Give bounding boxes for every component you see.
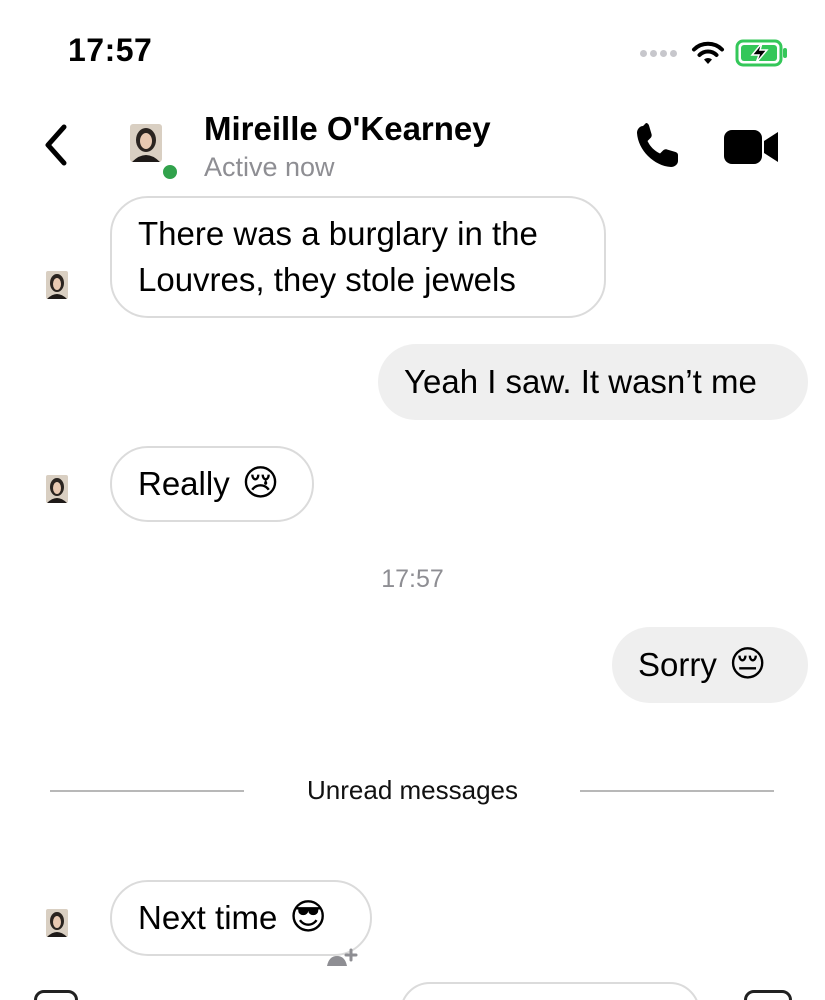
status-icons [640,36,789,70]
message-text: Sorry [638,646,717,683]
message-input[interactable] [400,982,700,1000]
timestamp-separator: 17:57 [381,565,444,593]
add-reaction-icon [327,948,358,966]
video-camera-icon [724,130,778,164]
incoming-message-bubble[interactable]: Next time 😎 [110,880,372,956]
presence-status: Active now [204,152,335,182]
sender-avatar[interactable] [46,909,68,937]
chevron-left-icon [45,124,67,166]
contact-avatar[interactable] [130,124,162,162]
incoming-message-bubble[interactable]: Really 😢 [110,446,314,522]
battery-charging-icon [735,39,787,67]
outgoing-message-bubble[interactable]: Yeah I saw. It wasn’t me [378,344,808,420]
sunglasses-face-emoji: 😎 [289,897,327,938]
back-button[interactable] [36,120,76,170]
sender-avatar[interactable] [46,271,68,299]
message-text: Really [138,465,230,502]
sender-avatar[interactable] [46,475,68,503]
add-reaction-button[interactable] [325,948,359,968]
pensive-face-emoji: 😔 [728,644,767,685]
sticker-button[interactable] [744,990,792,1000]
message-text: Next time [138,899,278,936]
online-status-dot [160,162,180,182]
outgoing-message-bubble[interactable]: Sorry 😔 [612,627,808,703]
phone-icon [637,123,678,167]
divider-line-right [580,790,774,792]
audio-call-button[interactable] [632,120,684,172]
incoming-message-bubble[interactable]: There was a burglary in the Louvres, the… [110,196,606,318]
wifi-icon [692,41,724,64]
contact-name[interactable]: Mireille O'Kearney [204,110,491,148]
camera-button[interactable] [34,990,78,1000]
message-text: There was a burglary in the Louvres, the… [138,215,538,298]
video-call-button[interactable] [720,124,782,170]
crying-face-emoji: 😢 [241,463,280,504]
message-text: Yeah I saw. It wasn’t me [404,363,757,400]
signal-icon [640,49,677,57]
chat-screen: 17:57 Mireille O'Kearney Active now Ther… [0,0,825,1000]
status-time: 17:57 [68,32,153,68]
